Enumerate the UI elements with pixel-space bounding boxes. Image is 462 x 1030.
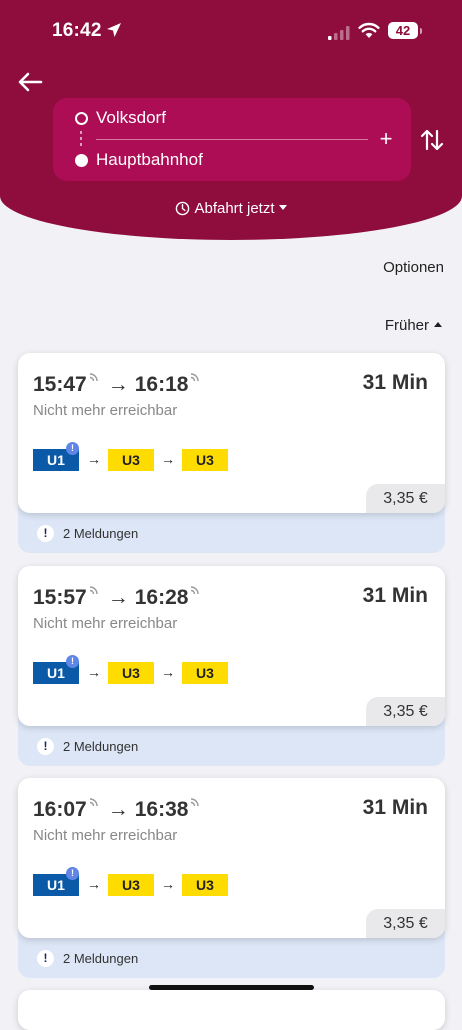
alert-dot: ! <box>66 655 79 668</box>
realtime-icon <box>89 586 98 595</box>
trip-times: 15:47 → 16:18 <box>33 371 201 397</box>
transfer-arrow: → <box>161 664 175 680</box>
trip-duration: 31 Min <box>362 796 428 819</box>
options-button[interactable]: Optionen <box>383 259 444 276</box>
trip-duration: 31 Min <box>362 371 428 394</box>
destination-field[interactable]: Hauptbahnhof <box>96 150 203 170</box>
realtime-icon <box>191 373 200 382</box>
notice-icon: ! <box>37 525 54 542</box>
notice-icon: ! <box>37 738 54 755</box>
chevron-down-icon <box>278 205 287 210</box>
header: 16:42 42 Volksdorf Hauptbahnhof + Abfahr… <box>0 0 462 240</box>
trip-price: 3,35 € <box>366 909 445 938</box>
battery-icon: 42 <box>388 22 418 39</box>
notice-text: 2 Meldungen <box>63 739 139 754</box>
realtime-icon <box>89 373 98 382</box>
departure-time: 15:57 <box>33 586 87 609</box>
transfer-arrow: → <box>87 876 101 892</box>
chevron-up-icon <box>434 322 442 327</box>
line-badge-u3: U3 <box>108 449 154 471</box>
route-box: Volksdorf Hauptbahnhof + <box>53 98 411 181</box>
line-badge-u3: U3 <box>182 874 228 896</box>
location-arrow-icon <box>107 23 121 37</box>
trip-card[interactable]: 16:07 → 16:38 31 Min Nicht mehr erreichbar… <box>18 778 445 938</box>
trip-price: 3,35 € <box>366 484 445 513</box>
realtime-icon <box>89 798 98 807</box>
trip-times: 16:07 → 16:38 <box>33 796 201 822</box>
battery-tip <box>420 28 422 34</box>
line-badge-u3: U3 <box>108 662 154 684</box>
earlier-label: Früher <box>384 317 429 334</box>
transfer-arrow: → <box>161 876 175 892</box>
notice-icon: ! <box>37 950 54 967</box>
line-badge-u3: U3 <box>108 874 154 896</box>
arrival-time: 16:18 <box>134 373 189 396</box>
line-badge-u3: U3 <box>182 449 228 471</box>
trip-status: Nicht mehr erreichbar <box>33 827 178 844</box>
alert-dot: ! <box>66 442 79 455</box>
arrival-time: 16:28 <box>134 586 189 609</box>
status-time: 16:42 <box>52 20 102 41</box>
destination-marker <box>75 154 88 167</box>
trip-duration: 31 Min <box>362 584 428 607</box>
time-arrow: → <box>107 373 129 396</box>
transfer-arrow: → <box>87 664 101 680</box>
notice-text: 2 Meldungen <box>63 526 139 541</box>
add-stop-button[interactable]: + <box>375 128 397 150</box>
departure-time-selector[interactable]: Abfahrt jetzt <box>0 200 462 217</box>
departure-time: 15:47 <box>33 373 87 396</box>
trip-status: Nicht mehr erreichbar <box>33 615 178 632</box>
alert-dot: ! <box>66 867 79 880</box>
trip-card[interactable]: 15:47 → 16:18 31 Min Nicht mehr erreichbar… <box>18 353 445 513</box>
wifi-icon <box>358 22 380 38</box>
trip-card-partial[interactable] <box>18 990 445 1030</box>
departure-time: 16:07 <box>33 798 87 821</box>
status-bar: 16:42 42 <box>0 0 462 60</box>
home-indicator[interactable] <box>149 985 314 990</box>
transfer-arrow: → <box>161 451 175 467</box>
trip-status: Nicht mehr erreichbar <box>33 402 178 419</box>
time-arrow: → <box>107 798 129 821</box>
back-arrow-icon[interactable] <box>16 68 48 96</box>
route-divider <box>96 139 368 140</box>
swap-icon[interactable] <box>418 126 446 154</box>
clock-icon <box>176 201 190 216</box>
trip-price: 3,35 € <box>366 697 445 726</box>
trip-times: 15:57 → 16:28 <box>33 584 201 610</box>
realtime-icon <box>191 586 200 595</box>
transfer-arrow: → <box>87 451 101 467</box>
trip-card[interactable]: 15:57 → 16:28 31 Min Nicht mehr erreichbar… <box>18 566 445 726</box>
line-badge-u3: U3 <box>182 662 228 684</box>
origin-field[interactable]: Volksdorf <box>96 108 166 128</box>
route-connector <box>80 131 82 147</box>
origin-marker <box>75 112 88 125</box>
signal-icon <box>328 26 350 40</box>
notice-text: 2 Meldungen <box>63 951 139 966</box>
realtime-icon <box>191 798 200 807</box>
departure-label: Abfahrt jetzt <box>194 200 275 217</box>
arrival-time: 16:38 <box>134 798 189 821</box>
earlier-button[interactable]: Früher <box>385 317 442 334</box>
time-arrow: → <box>107 586 129 609</box>
